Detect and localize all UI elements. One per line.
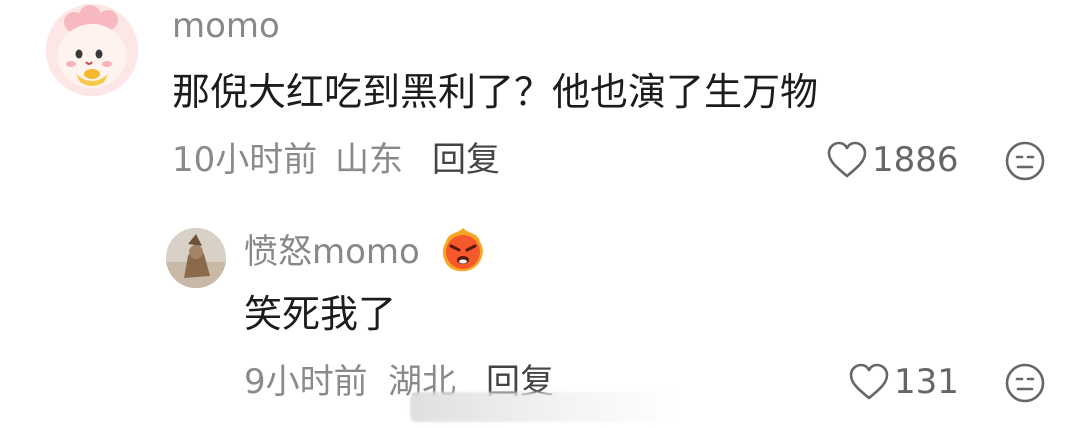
comment-emoji-button[interactable]: [1004, 140, 1046, 182]
heart-outline-icon: [826, 140, 868, 180]
reply-text: 笑死我了: [244, 292, 397, 336]
neutral-face-icon: [1004, 362, 1046, 404]
reply-emoji-button[interactable]: [1004, 362, 1046, 404]
angry-emoji-icon: [438, 224, 488, 274]
neutral-face-icon: [1004, 140, 1046, 182]
comment-time: 10小时前: [172, 140, 318, 180]
reply-username[interactable]: 愤怒momo: [244, 232, 420, 272]
comment-username[interactable]: momo: [172, 6, 280, 46]
comment-location: 山东: [335, 140, 403, 180]
comment-thread: momo 那倪大红吃到黑利了？他也演了生万物 10小时前 山东 回复 1886: [0, 0, 1090, 428]
avatar[interactable]: [46, 4, 138, 96]
reply-like-button[interactable]: [848, 362, 890, 402]
comment-reply-button[interactable]: 回复: [432, 140, 500, 180]
reply-time: 9小时前: [244, 362, 368, 402]
comment-like-button[interactable]: [826, 140, 868, 180]
comment-text: 那倪大红吃到黑利了？他也演了生万物: [172, 70, 819, 114]
reply-like-count: 131: [894, 362, 959, 402]
comment-like-count: 1886: [872, 140, 959, 180]
reply-avatar[interactable]: [166, 228, 226, 288]
watermark-overlay: [410, 392, 680, 422]
reply-username-badge: [438, 224, 488, 274]
heart-outline-icon: [848, 362, 890, 402]
